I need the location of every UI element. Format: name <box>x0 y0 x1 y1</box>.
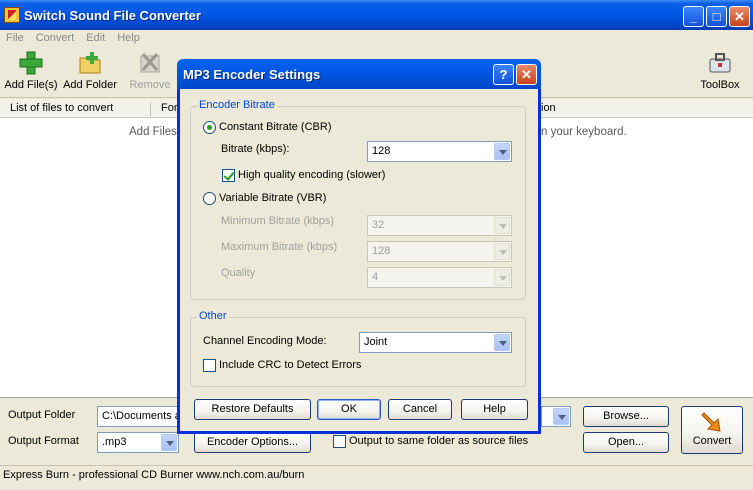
chevron-down-icon[interactable] <box>494 269 510 286</box>
output-format-select[interactable]: .mp3 <box>97 432 179 453</box>
convert-arrow-icon <box>701 412 721 432</box>
status-bar: Express Burn - professional CD Burner ww… <box>0 465 753 490</box>
column-location-header[interactable]: ion <box>541 102 556 114</box>
min-bitrate-value: 32 <box>372 219 385 231</box>
mp3-encoder-dialog: MP3 Encoder Settings ? ✕ Encoder Bitrate… <box>177 59 541 434</box>
menu-file[interactable]: File <box>0 30 30 44</box>
vbr-label: Variable Bitrate (VBR) <box>219 192 327 204</box>
chevron-down-icon[interactable] <box>553 408 569 425</box>
min-bitrate-select[interactable]: 32 <box>367 215 512 236</box>
list-hint-right: n your keyboard. <box>541 126 627 138</box>
quality-value: 4 <box>372 271 379 283</box>
cancel-button[interactable]: Cancel <box>388 399 452 420</box>
other-legend: Other <box>197 310 229 322</box>
help-button[interactable]: Help <box>461 399 528 420</box>
toolbox-icon <box>707 50 733 76</box>
encoder-bitrate-legend: Encoder Bitrate <box>197 99 277 111</box>
remove-label: Remove <box>129 79 171 91</box>
quality-label: Quality <box>221 267 256 279</box>
high-quality-label: High quality encoding (slower) <box>238 169 386 181</box>
menu-help[interactable]: Help <box>111 30 146 44</box>
max-bitrate-label: Maximum Bitrate (kbps) <box>221 241 338 253</box>
chevron-down-icon[interactable] <box>161 434 177 451</box>
quality-select[interactable]: 4 <box>367 267 512 288</box>
output-folder-value: C:\Documents a <box>102 410 179 422</box>
menu-bar: File Convert Edit Help <box>0 30 753 48</box>
add-files-button[interactable]: Add File(s) <box>4 50 58 91</box>
other-group: Other Channel Encoding Mode: Joint Inclu… <box>190 310 526 387</box>
add-folder-label: Add Folder <box>63 79 117 91</box>
convert-label: Convert <box>692 435 732 447</box>
remove-button[interactable]: Remove <box>126 50 174 91</box>
browse-button[interactable]: Browse... <box>583 406 669 427</box>
bitrate-label: Bitrate (kbps): <box>221 143 290 155</box>
dialog-title: MP3 Encoder Settings <box>183 67 321 82</box>
bitrate-select[interactable]: 128 <box>367 141 512 162</box>
encoder-options-button[interactable]: Encoder Options... <box>194 432 311 453</box>
output-folder-label: Output Folder <box>8 409 76 421</box>
toolbox-button[interactable]: ToolBox <box>696 50 744 91</box>
dialog-help-button[interactable]: ? <box>493 64 514 85</box>
chevron-down-icon[interactable] <box>494 217 510 234</box>
encoder-bitrate-group: Encoder Bitrate Constant Bitrate (CBR) B… <box>190 99 526 300</box>
high-quality-checkbox[interactable] <box>222 169 235 182</box>
minimize-button[interactable]: _ <box>683 6 704 27</box>
vbr-radio[interactable] <box>203 192 216 205</box>
dialog-close-button[interactable]: ✕ <box>516 64 537 85</box>
dialog-body: Encoder Bitrate Constant Bitrate (CBR) B… <box>180 89 538 431</box>
close-button[interactable]: ✕ <box>729 6 750 27</box>
crc-checkbox[interactable] <box>203 359 216 372</box>
dialog-titlebar: MP3 Encoder Settings ? ✕ <box>177 59 541 89</box>
chevron-down-icon[interactable] <box>494 334 510 351</box>
restore-defaults-button[interactable]: Restore Defaults <box>194 399 311 420</box>
output-format-value: .mp3 <box>102 436 127 448</box>
cbr-label: Constant Bitrate (CBR) <box>219 121 332 133</box>
column-name-header[interactable]: List of files to convert <box>10 102 113 114</box>
convert-button[interactable]: Convert <box>681 406 743 454</box>
toolbox-label: ToolBox <box>700 79 740 91</box>
same-folder-label: Output to same folder as source files <box>349 435 529 447</box>
ok-button[interactable]: OK <box>317 399 381 420</box>
bitrate-value: 128 <box>372 145 391 157</box>
channel-mode-select[interactable]: Joint <box>359 332 512 353</box>
maximize-button[interactable]: □ <box>706 6 727 27</box>
plus-icon <box>18 50 44 76</box>
chevron-down-icon[interactable] <box>494 243 510 260</box>
max-bitrate-value: 128 <box>372 245 391 257</box>
window-title: Switch Sound File Converter <box>24 8 201 23</box>
output-folder-combo[interactable]: C:\Documents a <box>97 406 179 427</box>
add-folder-button[interactable]: Add Folder <box>62 50 118 91</box>
status-text[interactable]: Express Burn - professional CD Burner ww… <box>3 469 304 481</box>
crc-label: Include CRC to Detect Errors <box>219 359 362 371</box>
open-button[interactable]: Open... <box>583 432 669 453</box>
channel-mode-label: Channel Encoding Mode: <box>203 335 327 347</box>
same-folder-checkbox[interactable] <box>333 435 346 448</box>
app-logo-icon <box>4 7 20 23</box>
window-titlebar: Switch Sound File Converter _ □ ✕ <box>0 0 753 30</box>
column-format-header[interactable]: For <box>150 102 178 116</box>
cbr-radio[interactable] <box>203 121 216 134</box>
output-folder-dropdown[interactable] <box>541 406 571 427</box>
menu-edit[interactable]: Edit <box>80 30 111 44</box>
min-bitrate-label: Minimum Bitrate (kbps) <box>221 215 335 227</box>
folder-add-icon <box>77 50 103 76</box>
menu-convert[interactable]: Convert <box>30 30 81 44</box>
output-format-label: Output Format <box>8 435 79 447</box>
add-files-label: Add File(s) <box>4 79 58 91</box>
max-bitrate-select[interactable]: 128 <box>367 241 512 262</box>
chevron-down-icon[interactable] <box>494 143 510 160</box>
remove-icon <box>137 50 163 76</box>
channel-mode-value: Joint <box>364 336 388 348</box>
list-hint-left: Add Files <box>129 126 177 138</box>
